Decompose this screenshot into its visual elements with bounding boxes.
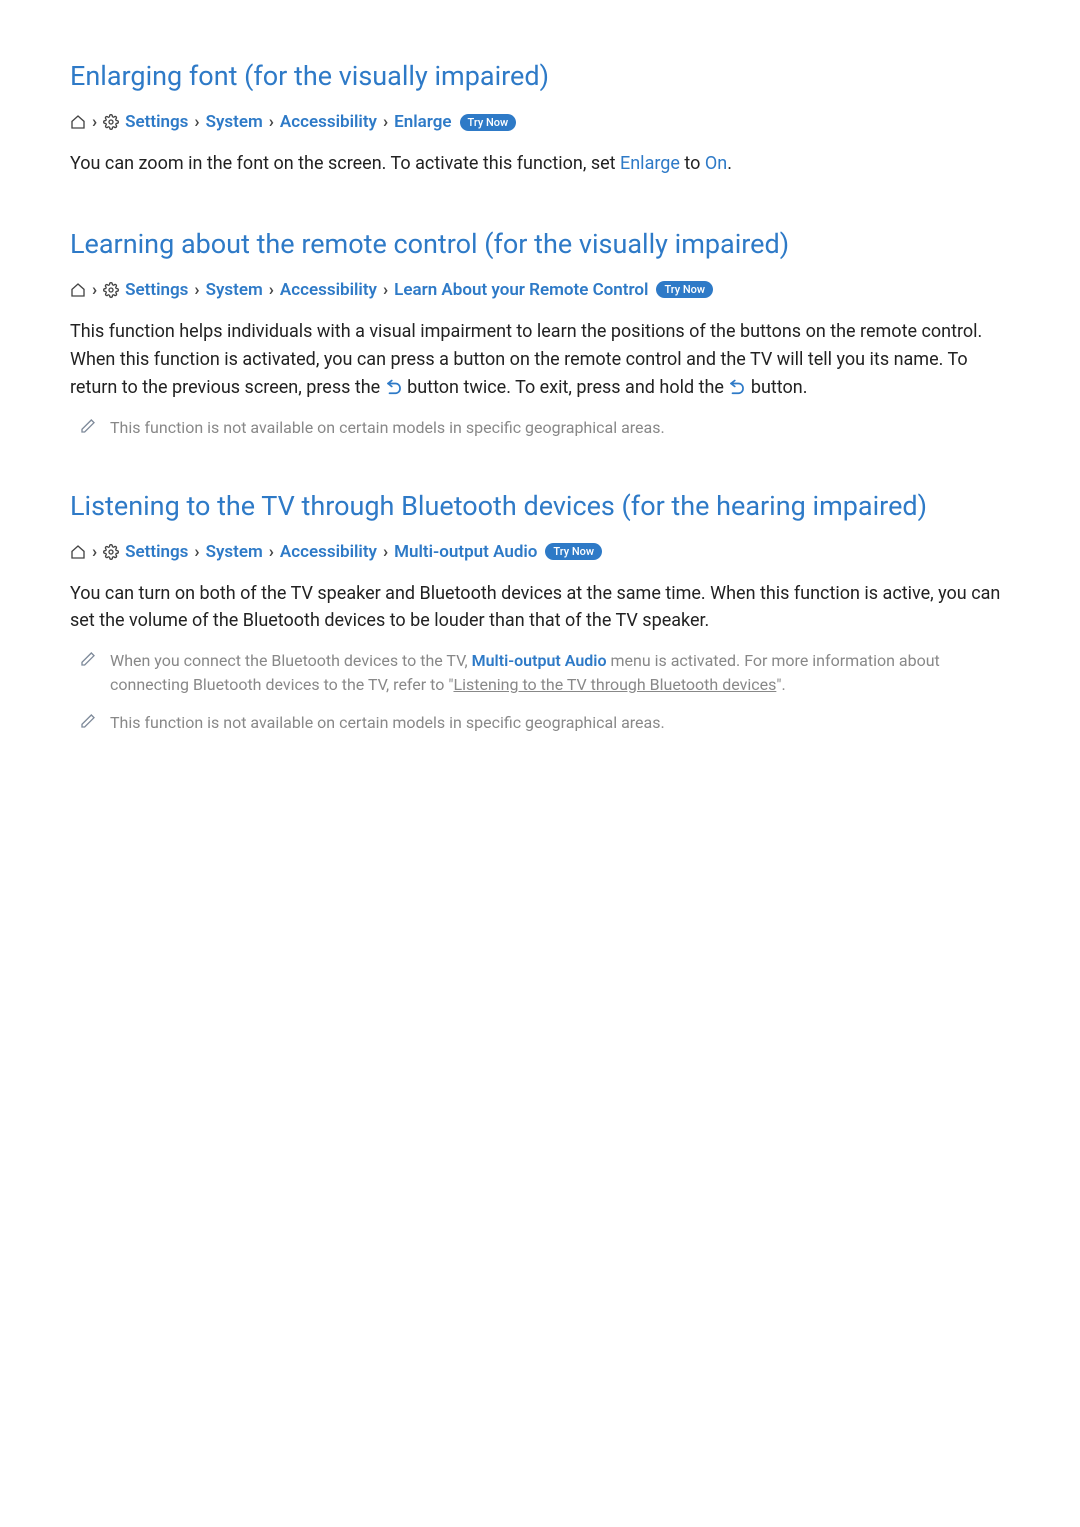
chevron-right-icon: ›: [92, 542, 97, 562]
inline-link-multi-output: Multi-output Audio: [472, 651, 607, 670]
breadcrumb: › Settings › System › Accessibility › Le…: [70, 280, 1010, 300]
note-text: This function is not available on certai…: [110, 711, 665, 735]
body-text: This function helps individuals with a v…: [70, 318, 1010, 402]
try-now-badge[interactable]: Try Now: [545, 543, 602, 560]
text-segment: button.: [746, 377, 807, 398]
breadcrumb: › Settings › System › Accessibility › En…: [70, 112, 1010, 132]
chevron-right-icon: ›: [383, 112, 388, 132]
home-icon: [70, 282, 86, 298]
breadcrumb-item[interactable]: Accessibility: [280, 542, 377, 562]
breadcrumb-item[interactable]: System: [206, 542, 263, 562]
text-segment: button twice. To exit, press and hold th…: [403, 377, 729, 398]
note: This function is not available on certai…: [80, 711, 1010, 735]
note: This function is not available on certai…: [80, 416, 1010, 440]
text-segment: You can zoom in the font on the screen. …: [70, 153, 620, 174]
section-heading: Listening to the TV through Bluetooth de…: [70, 490, 1010, 522]
section-bluetooth: Listening to the TV through Bluetooth de…: [70, 490, 1010, 736]
gear-icon: [103, 114, 119, 130]
back-icon: [385, 379, 403, 397]
section-heading: Learning about the remote control (for t…: [70, 228, 1010, 260]
inline-link-enlarge: Enlarge: [620, 153, 680, 174]
breadcrumb: › Settings › System › Accessibility › Mu…: [70, 542, 1010, 562]
chevron-right-icon: ›: [269, 280, 274, 300]
section-enlarging-font: Enlarging font (for the visually impaire…: [70, 60, 1010, 178]
section-remote-control: Learning about the remote control (for t…: [70, 228, 1010, 440]
home-icon: [70, 114, 86, 130]
pencil-icon: [80, 713, 96, 733]
chevron-right-icon: ›: [92, 112, 97, 132]
chevron-right-icon: ›: [194, 112, 199, 132]
gear-icon: [103, 544, 119, 560]
note: When you connect the Bluetooth devices t…: [80, 649, 1010, 697]
breadcrumb-item[interactable]: Multi-output Audio: [394, 542, 537, 562]
breadcrumb-item[interactable]: System: [206, 112, 263, 132]
cross-reference-link[interactable]: Listening to the TV through Bluetooth de…: [453, 675, 776, 694]
breadcrumb-item[interactable]: System: [206, 280, 263, 300]
breadcrumb-item[interactable]: Settings: [125, 542, 188, 562]
breadcrumb-item[interactable]: Settings: [125, 280, 188, 300]
note-text: When you connect the Bluetooth devices t…: [110, 649, 1010, 697]
text-segment: .: [727, 153, 732, 174]
text-segment: to: [680, 153, 705, 174]
breadcrumb-item[interactable]: Enlarge: [394, 112, 451, 132]
chevron-right-icon: ›: [269, 112, 274, 132]
text-segment: ".: [776, 675, 785, 694]
chevron-right-icon: ›: [383, 542, 388, 562]
breadcrumb-item[interactable]: Learn About your Remote Control: [394, 280, 648, 300]
home-icon: [70, 544, 86, 560]
breadcrumb-item[interactable]: Accessibility: [280, 112, 377, 132]
try-now-badge[interactable]: Try Now: [460, 114, 517, 131]
breadcrumb-item[interactable]: Settings: [125, 112, 188, 132]
chevron-right-icon: ›: [269, 542, 274, 562]
inline-link-on: On: [705, 153, 727, 174]
text-segment: When you connect the Bluetooth devices t…: [110, 651, 472, 670]
gear-icon: [103, 282, 119, 298]
body-text: You can zoom in the font on the screen. …: [70, 150, 1010, 178]
section-heading: Enlarging font (for the visually impaire…: [70, 60, 1010, 92]
chevron-right-icon: ›: [92, 280, 97, 300]
chevron-right-icon: ›: [383, 280, 388, 300]
try-now-badge[interactable]: Try Now: [656, 281, 713, 298]
body-text: You can turn on both of the TV speaker a…: [70, 580, 1010, 636]
chevron-right-icon: ›: [194, 542, 199, 562]
chevron-right-icon: ›: [194, 280, 199, 300]
breadcrumb-item[interactable]: Accessibility: [280, 280, 377, 300]
pencil-icon: [80, 418, 96, 438]
pencil-icon: [80, 651, 96, 671]
note-text: This function is not available on certai…: [110, 416, 665, 440]
back-icon: [728, 379, 746, 397]
